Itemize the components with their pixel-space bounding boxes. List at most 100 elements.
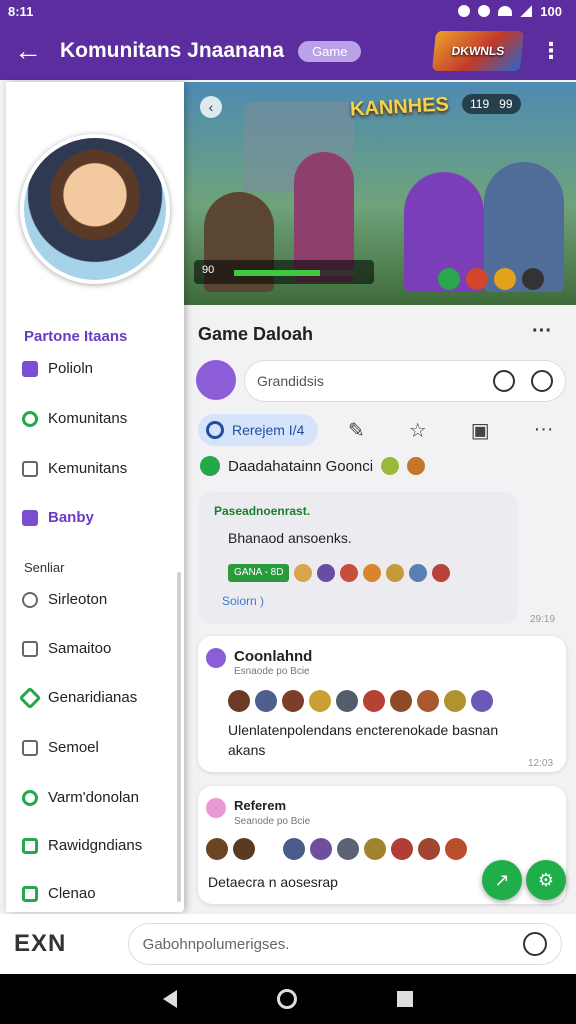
mail-icon: [22, 509, 38, 526]
feed-more-icon[interactable]: ···: [532, 320, 552, 343]
post-card-1[interactable]: Paseadnoenrast. Bhanaod ansoenks. GANA -…: [198, 492, 518, 624]
drawer-item-6[interactable]: Samaitoo: [22, 640, 111, 657]
game-logo[interactable]: DKWNLS: [431, 31, 525, 71]
back-arrow-icon[interactable]: ←: [14, 35, 50, 67]
drawer-item-4[interactable]: Banby: [22, 509, 94, 526]
drawer-item-5[interactable]: Sirleoton: [22, 591, 107, 608]
post-card-2[interactable]: Coonlahnd Esnaode po Bcie Ulenlatenpolen…: [198, 636, 566, 772]
drawer-item-9[interactable]: Varm'donolan: [22, 789, 139, 806]
location-icon: [478, 5, 491, 17]
drawer-item-8[interactable]: Semoel: [22, 739, 99, 756]
post-body: Bhanaod ansoenks.: [228, 530, 352, 546]
feed-toolbar: ✎ ☆ ▣ ···: [348, 418, 554, 443]
drawer-scrollbar[interactable]: [177, 572, 181, 902]
drawer-item-label: Semoel: [48, 739, 99, 756]
banner-back-icon[interactable]: ‹: [200, 96, 222, 118]
post-emoji-row: [228, 690, 493, 712]
page-title: Komunitans Jnaanana: [60, 39, 285, 62]
drawer-item-3[interactable]: Kemunitans: [22, 460, 127, 477]
group-icon: [200, 456, 220, 476]
sticker-icon: [381, 457, 400, 475]
nav-home-icon[interactable]: [277, 989, 297, 1009]
drawer-item-label: Polioln: [48, 360, 94, 377]
drawer-item-10[interactable]: Rawidgndians: [22, 837, 142, 854]
post-body-line-1: Ulenlatenpolendans encterenokade basnan: [228, 722, 499, 738]
composer-avatar[interactable]: [196, 360, 236, 400]
banner-hud: 119 99: [462, 94, 521, 114]
settings-fab-icon[interactable]: ⚙: [526, 860, 566, 900]
share-fab-icon[interactable]: ↗: [482, 860, 522, 900]
drawer-item-label: Kemunitans: [48, 460, 128, 477]
sticker-icon: [407, 457, 426, 475]
post-author-avatar[interactable]: [206, 798, 226, 818]
post-time: 12:03: [528, 758, 554, 769]
pin-icon[interactable]: ✎: [348, 418, 365, 443]
emoji-icon: [386, 564, 405, 582]
signal-icon: [520, 5, 533, 17]
hud-right: 99: [499, 97, 513, 111]
post-title: Paseadnoenrast.: [214, 504, 311, 518]
nav-back-icon[interactable]: [163, 990, 177, 1008]
filter-chip[interactable]: Rerejem I/4: [198, 414, 319, 446]
emoji-icon[interactable]: [493, 370, 515, 392]
chip-icon: [206, 421, 224, 439]
drawer-item-label: Banby: [48, 509, 94, 526]
hp-label: 90: [202, 264, 215, 276]
post-link[interactable]: Soiorn ): [222, 594, 264, 608]
drawer-item-label: Clenao: [48, 885, 96, 902]
document-icon: [22, 640, 38, 657]
post-subtitle: Esnaode po Bcie: [234, 666, 310, 677]
drawer-section-2-title: Senliar: [24, 560, 65, 575]
folder-icon: [22, 739, 38, 756]
wifi-icon: [498, 6, 513, 16]
more-vert-icon[interactable]: ⋮: [540, 38, 562, 64]
post-author-avatar[interactable]: [206, 648, 226, 668]
emoji-icon: [417, 690, 439, 712]
drawer-item-2[interactable]: Komunitans: [22, 410, 127, 427]
drawer-item-label: Sirleoton: [48, 591, 108, 608]
app-bar: ← Komunitans Jnaanana Game DKWNLS ⋮: [0, 22, 576, 80]
emoji-icon: [309, 690, 331, 712]
composer-placeholder: Grandidsis: [257, 373, 324, 389]
drawer-item-label: Komunitans: [48, 410, 128, 427]
skill-1-icon[interactable]: [438, 268, 460, 290]
profile-avatar[interactable]: [20, 134, 170, 284]
drawer-item-11[interactable]: Clenao: [22, 885, 96, 902]
emoji-icon: [444, 690, 466, 712]
post-emoji-row: [206, 838, 467, 860]
drawer-item-1[interactable]: Polioln: [22, 360, 93, 377]
drawer-item-label: Samaitoo: [48, 640, 112, 657]
battery-level: 100: [540, 3, 562, 19]
skill-4-icon[interactable]: [522, 268, 544, 290]
game-badge[interactable]: Game: [298, 40, 362, 62]
composer-input[interactable]: Grandidsis: [244, 360, 566, 402]
star-icon[interactable]: ☆: [409, 418, 427, 443]
skill-2-icon[interactable]: [466, 268, 488, 290]
emoji-icon: [294, 564, 313, 582]
bottom-bar: EXN Gabohnpolumerigses.: [0, 914, 576, 974]
emoji-icon: [390, 690, 412, 712]
image-icon[interactable]: ▣: [471, 418, 490, 443]
emoji-icon: [364, 838, 386, 860]
diamond-icon: [18, 686, 42, 709]
drawer-item-7[interactable]: Genaridianas: [18, 686, 137, 709]
attach-icon[interactable]: [531, 370, 553, 392]
emoji-icon: [336, 690, 358, 712]
more-horiz-icon[interactable]: ···: [534, 418, 554, 443]
skill-3-icon[interactable]: [494, 268, 516, 290]
post-emoji-row: GANA - 8D: [228, 564, 451, 582]
app-logo: EXN: [14, 930, 67, 957]
drawer-section-title: Partone Itaans: [24, 328, 128, 345]
message-input[interactable]: Gabohnpolumerigses.: [127, 923, 562, 965]
post-subtitle: Seanode po Bcie: [234, 816, 311, 827]
system-nav-bar: [0, 974, 576, 1024]
post-body: Detaecra n aosesrap: [208, 874, 338, 890]
emoji-icon[interactable]: [523, 932, 547, 956]
emoji-icon: [317, 564, 336, 582]
emoji-icon: [432, 564, 451, 582]
hud-left: 119: [470, 97, 490, 111]
game-banner[interactable]: ‹ KANNHES 119 99 90: [184, 82, 576, 305]
emoji-icon: [391, 838, 413, 860]
nav-recents-icon[interactable]: [397, 991, 413, 1007]
